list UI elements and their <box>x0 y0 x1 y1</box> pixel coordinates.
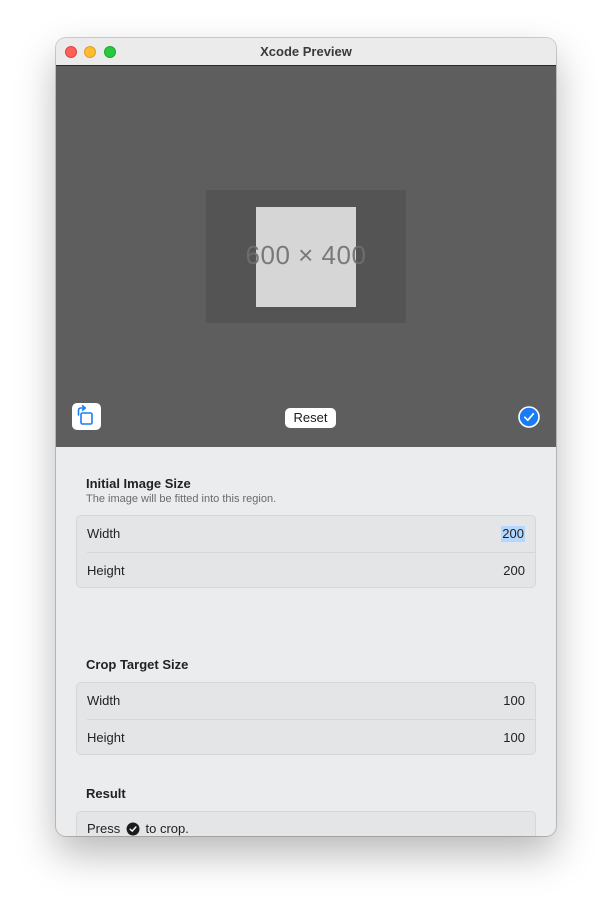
result-heading: Result <box>86 786 126 801</box>
crop-height-field[interactable]: 100 <box>503 720 525 756</box>
crop-target-heading: Crop Target Size <box>86 657 189 672</box>
result-group: Press to crop. <box>76 811 536 836</box>
checkmark-circle-icon <box>126 822 140 836</box>
initial-width-row[interactable]: Width 200 <box>87 516 525 552</box>
result-text-before: Press <box>87 821 121 836</box>
crop-width-row[interactable]: Width 100 <box>87 683 525 719</box>
settings-form: Initial Image Size The image will be fit… <box>56 447 556 836</box>
initial-width-field[interactable]: 200 <box>501 526 525 542</box>
crop-width-field[interactable]: 100 <box>503 683 525 719</box>
image-placeholder-label: 600 × 400 <box>245 240 367 270</box>
reset-button[interactable]: Reset <box>285 408 336 428</box>
crop-preview-area: 600 × 400 Reset <box>56 66 556 447</box>
rotate-button[interactable] <box>72 403 101 430</box>
initial-height-row[interactable]: Height 200 <box>87 553 525 589</box>
checkmark-circle-icon <box>518 406 540 428</box>
initial-width-label: Width <box>87 526 121 541</box>
result-text-after: to crop. <box>145 821 189 836</box>
app-window: Xcode Preview 600 × 400 Reset Initial Im… <box>56 38 556 836</box>
window-title: Xcode Preview <box>260 44 352 59</box>
initial-height-field[interactable]: 200 <box>503 553 525 589</box>
crop-height-label: Height <box>87 730 125 745</box>
initial-size-group: Width 200 Height 200 <box>76 515 536 588</box>
initial-size-heading: Initial Image Size <box>86 476 191 491</box>
confirm-crop-button[interactable] <box>518 406 540 428</box>
crop-height-row[interactable]: Height 100 <box>87 720 525 756</box>
result-message: Press to crop. <box>87 812 189 836</box>
initial-height-label: Height <box>87 563 125 578</box>
crop-width-label: Width <box>87 693 121 708</box>
crop-target-group: Width 100 Height 100 <box>76 682 536 755</box>
title-bar: Xcode Preview <box>56 38 556 66</box>
initial-size-description: The image will be fitted into this regio… <box>86 493 277 505</box>
rotate-icon <box>77 405 93 425</box>
